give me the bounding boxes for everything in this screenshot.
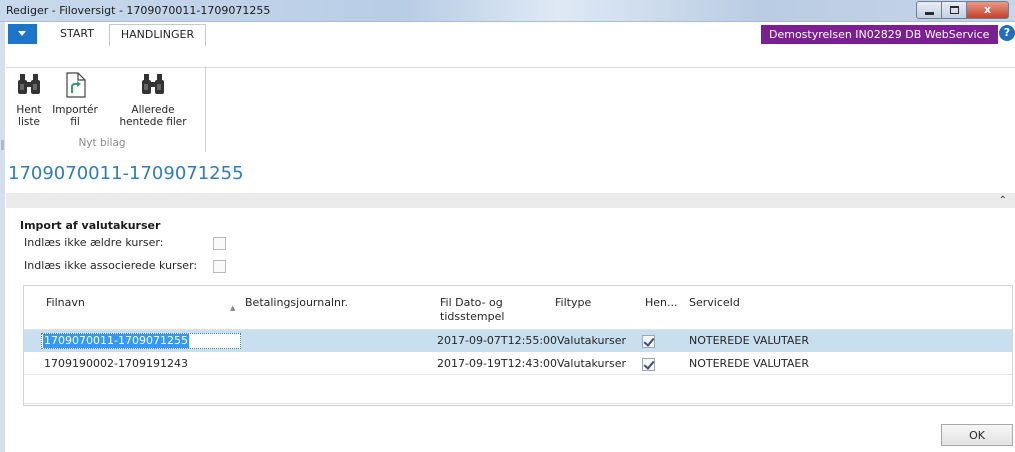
table-row[interactable]: 1709070011-1709071255 2017-09-07T12:55:0… [24, 330, 1012, 352]
filtype-cell: Valutakurser [557, 357, 627, 370]
hentet-checkbox[interactable] [642, 335, 655, 348]
checkbox-aeldre-kurser[interactable] [213, 237, 226, 250]
allerede-hentede-filer-label-line2: hentede filer [119, 116, 187, 128]
column-header-betalingsjournalnr[interactable]: Betalingsjournalnr. [245, 296, 348, 310]
importer-fil-label-line1: Importér [52, 104, 98, 116]
import-file-icon [66, 72, 86, 98]
close-icon: x [983, 3, 992, 16]
chevron-up-icon[interactable]: ⌃ [999, 193, 1007, 208]
hentet-checkbox[interactable] [642, 358, 655, 371]
dato-cell: 2017-09-19T12:43:00 [437, 357, 558, 370]
dato-cell: 2017-09-07T12:55:00 [437, 334, 558, 347]
importer-fil-label-line2: fil [70, 116, 80, 128]
ribbon-group-label: Nyt bilag [78, 137, 126, 149]
maximize-icon [950, 6, 959, 14]
column-header-fil-dato[interactable]: Fil Dato- og tidsstempel [440, 296, 504, 324]
column-header-filtype[interactable]: Filtype [555, 296, 591, 310]
ribbon-group-nyt-bilag: Hent liste Importér fil Allerede hentede [6, 66, 206, 152]
tab-handlinger[interactable]: HANDLINGER [109, 24, 206, 46]
binoculars-icon [142, 74, 164, 94]
column-header-serviceid[interactable]: ServiceId [689, 296, 740, 310]
maximize-button[interactable] [942, 1, 967, 19]
window-title: Rediger - Filoversigt - 1709070011-17090… [6, 4, 271, 17]
minimize-icon [925, 12, 934, 15]
minimize-button[interactable] [916, 1, 942, 19]
filtype-cell: Valutakurser [557, 334, 627, 347]
resize-grip[interactable] [1, 140, 4, 150]
section-title: Import af valutakurser [20, 219, 161, 232]
help-icon[interactable]: ? [999, 25, 1015, 41]
window-left-edge [0, 22, 5, 452]
filnavn-value: 1709070011-1709071255 [43, 334, 189, 348]
window-controls: x [916, 1, 1009, 19]
binoculars-icon [18, 74, 40, 94]
hent-liste-label-line1: Hent [16, 104, 42, 116]
serviceid-cell: NOTEREDE VALUTAER [689, 357, 810, 370]
chevron-down-icon [18, 31, 26, 36]
file-table: Filnavn ▲ Betalingsjournalnr. Fil Dato- … [23, 285, 1013, 406]
importer-fil-label: Importér fil [50, 104, 100, 128]
application-menu-button[interactable] [8, 24, 37, 44]
table-bottom-divider [24, 403, 1012, 404]
column-header-hentet[interactable]: Hen... [645, 296, 678, 310]
close-button[interactable]: x [967, 1, 1009, 19]
company-badge[interactable]: Demostyrelsen IN02829 DB WebService [761, 25, 998, 44]
table-row[interactable]: 1709190002-1709191243 2017-09-19T12:43:0… [24, 353, 1012, 375]
tab-start[interactable]: START [47, 24, 107, 45]
serviceid-cell: NOTEREDE VALUTAER [689, 334, 810, 347]
sort-arrow-icon: ▲ [230, 304, 236, 312]
checkbox-associerede-kurser[interactable] [213, 260, 226, 273]
filnavn-cell-selected[interactable]: 1709070011-1709071255 [41, 333, 241, 349]
window-titlebar: Rediger - Filoversigt - 1709070011-17090… [0, 0, 1015, 22]
hent-liste-label: Hent liste [6, 104, 52, 128]
hent-liste-label-line2: liste [18, 116, 40, 128]
column-header-filnavn[interactable]: Filnavn [46, 296, 85, 310]
fasttab-header[interactable]: ⌃ [6, 193, 1015, 208]
allerede-hentede-filer-label-line1: Allerede [131, 104, 175, 116]
ok-button[interactable]: OK [941, 424, 1013, 446]
allerede-hentede-filer-label: Allerede hentede filer [103, 104, 203, 128]
filnavn-cell: 1709190002-1709191243 [44, 357, 188, 370]
field-label-associerede-kurser: Indlæs ikke associerede kurser: [24, 259, 198, 272]
page-title: 1709070011-1709071255 [8, 163, 244, 184]
field-label-aeldre-kurser: Indlæs ikke ældre kurser: [24, 236, 164, 249]
